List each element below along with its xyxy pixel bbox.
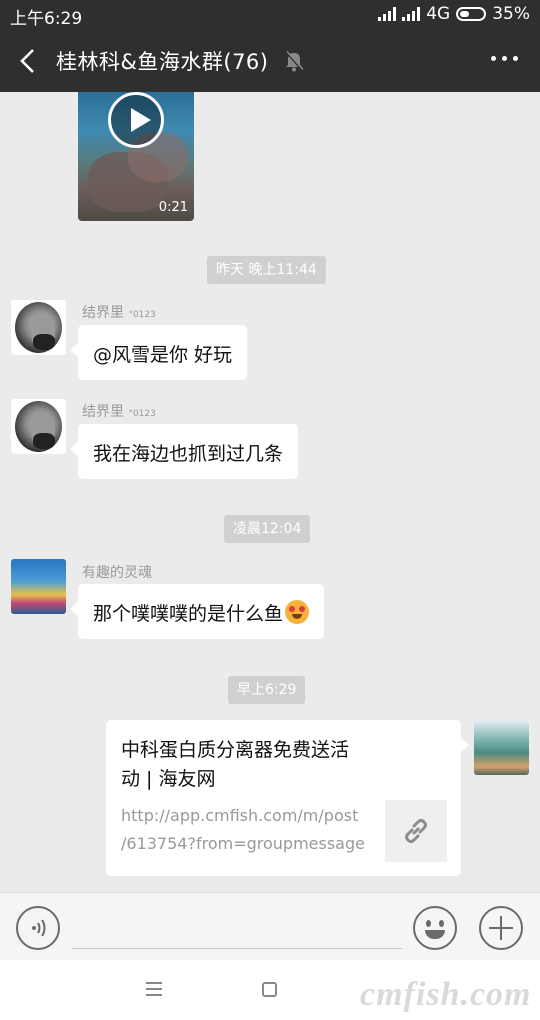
timestamp: 早上6:29 [228, 676, 306, 704]
battery-icon [456, 7, 487, 21]
sender-name-text: 结界里 [82, 305, 124, 321]
sender-name: 结界里 °0123 [82, 401, 156, 421]
system-nav-bar: cmfish.com [0, 960, 540, 1020]
menu-icon[interactable] [146, 982, 162, 996]
sender-name-suffix: °0123 [128, 409, 156, 419]
avatar[interactable] [11, 559, 66, 614]
battery-level: 35% [492, 4, 530, 24]
plus-icon[interactable] [479, 906, 523, 950]
status-bar: 上午6:29 4G 35% [0, 0, 540, 30]
link-title-line: 动 | 海友网 [121, 768, 216, 790]
link-card[interactable]: 中科蛋白质分离器免费送活 动 | 海友网 http://app.cmfish.c… [106, 720, 469, 876]
link-title: 中科蛋白质分离器免费送活 动 | 海友网 [121, 736, 421, 794]
message-input[interactable] [72, 907, 402, 949]
my-avatar[interactable] [474, 720, 529, 775]
heart-eyes-emoji-icon [285, 600, 310, 624]
avatar[interactable] [11, 300, 66, 355]
avatar[interactable] [11, 399, 66, 454]
link-url-line: http://app.cmfish.com/m/post [121, 806, 359, 825]
message-bubble[interactable]: 我在海边也抓到过几条 [69, 424, 299, 479]
signal-icon [402, 7, 421, 21]
chat-title: 桂林科&鱼海水群(76) [56, 50, 269, 74]
emoji-icon[interactable] [413, 906, 457, 950]
play-icon[interactable] [108, 92, 164, 148]
voice-icon[interactable] [16, 906, 60, 950]
sender-name: 有趣的灵魂 [82, 565, 152, 581]
link-icon [405, 819, 427, 843]
sender-name-text: 结界里 [82, 404, 124, 420]
input-bar [0, 892, 540, 960]
link-thumbnail [385, 800, 447, 862]
home-icon[interactable] [262, 982, 277, 997]
chat-header: 桂林科&鱼海水群(76) [0, 30, 540, 92]
message-bubble[interactable]: @风雪是你 好玩 [69, 325, 248, 380]
message-bubble[interactable]: 那个噗噗噗的是什么鱼 [69, 584, 325, 639]
video-message[interactable]: 0:21 [78, 92, 194, 221]
link-url: http://app.cmfish.com/m/post /613754?fro… [121, 802, 381, 858]
link-title-line: 中科蛋白质分离器免费送活 [121, 739, 350, 761]
more-dots-icon[interactable] [491, 56, 518, 61]
signal-icon [378, 7, 397, 21]
timestamp: 凌晨12:04 [224, 515, 311, 543]
status-time: 上午6:29 [10, 9, 83, 29]
sender-name-suffix: °0123 [128, 310, 156, 320]
video-duration: 0:21 [158, 200, 188, 215]
message-text: 那个噗噗噗的是什么鱼 [93, 603, 284, 625]
back-arrow-icon[interactable] [14, 44, 44, 78]
status-indicators: 4G 35% [378, 4, 530, 24]
link-url-line: /613754?from=groupmessage [121, 834, 365, 853]
timestamp: 昨天 晚上11:44 [207, 256, 326, 284]
chat-messages: 0:21 昨天 晚上11:44 结界里 °0123 @风雪是你 好玩 结界里 °… [0, 92, 540, 892]
watermark: cmfish.com [360, 976, 532, 1013]
muted-bell-icon [285, 51, 304, 72]
network-type: 4G [426, 4, 451, 24]
sender-name: 结界里 °0123 [82, 302, 156, 322]
